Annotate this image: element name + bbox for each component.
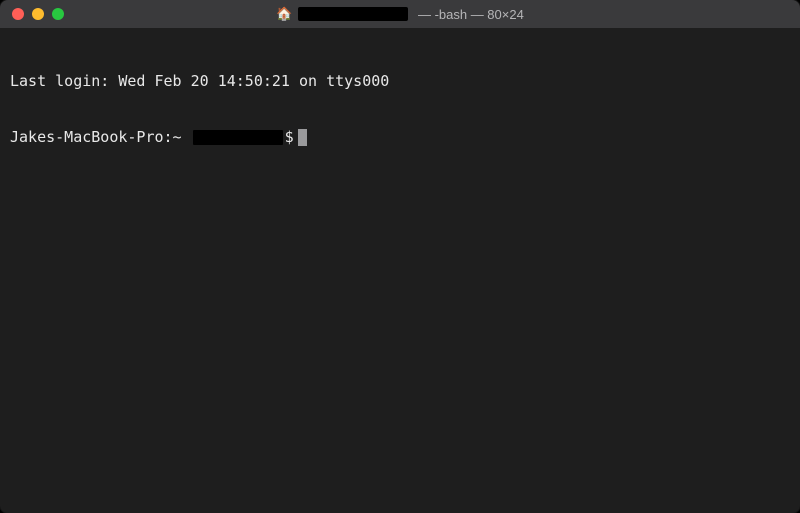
traffic-lights bbox=[0, 8, 64, 20]
last-login-line: Last login: Wed Feb 20 14:50:21 on ttys0… bbox=[10, 72, 790, 91]
maximize-icon[interactable] bbox=[52, 8, 64, 20]
window-title: 🏠 — -bash — 80×24 bbox=[0, 7, 800, 22]
close-icon[interactable] bbox=[12, 8, 24, 20]
home-folder-icon: 🏠 bbox=[276, 8, 292, 21]
redacted-username bbox=[193, 130, 283, 145]
prompt-line: Jakes-MacBook-Pro:~ $ bbox=[10, 128, 790, 147]
title-bar[interactable]: 🏠 — -bash — 80×24 bbox=[0, 0, 800, 28]
prompt-symbol: $ bbox=[285, 128, 294, 147]
terminal-window: 🏠 — -bash — 80×24 Last login: Wed Feb 20… bbox=[0, 0, 800, 513]
redacted-title-segment bbox=[298, 7, 408, 21]
cursor-icon bbox=[298, 129, 307, 146]
terminal-body[interactable]: Last login: Wed Feb 20 14:50:21 on ttys0… bbox=[0, 28, 800, 513]
prompt-host: Jakes-MacBook-Pro:~ bbox=[10, 128, 191, 147]
title-text: — -bash — 80×24 bbox=[414, 7, 523, 22]
minimize-icon[interactable] bbox=[32, 8, 44, 20]
